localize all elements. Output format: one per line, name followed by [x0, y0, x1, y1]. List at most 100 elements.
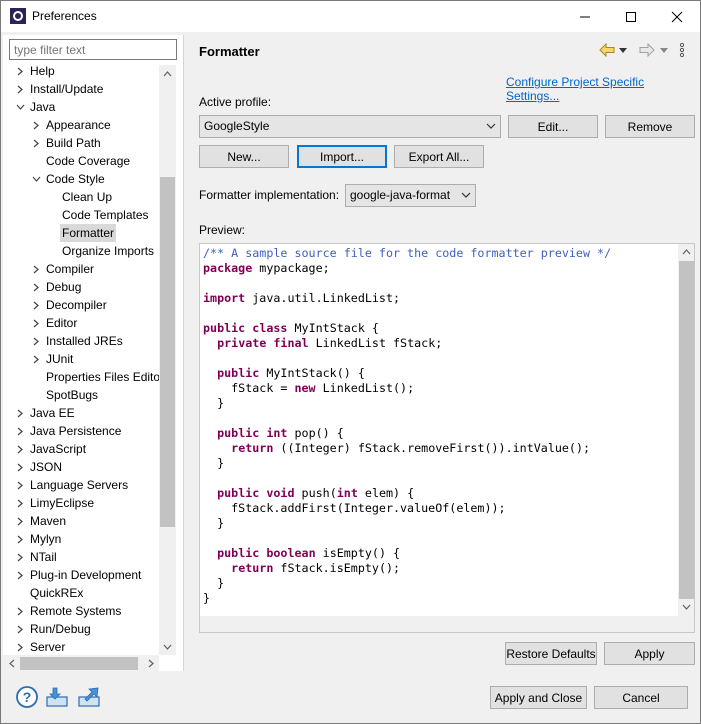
tree-item[interactable]: Debug: [3, 278, 159, 296]
tree-item[interactable]: Decompiler: [3, 296, 159, 314]
tree-item[interactable]: Maven: [3, 512, 159, 530]
tree-item[interactable]: Installed JREs: [3, 332, 159, 350]
tree-item[interactable]: LimyEclipse: [3, 494, 159, 512]
chevron-down-icon[interactable]: [31, 170, 41, 188]
chevron-down-icon[interactable]: [15, 98, 25, 116]
scroll-down-arrow-icon[interactable]: [159, 638, 176, 655]
tree-hscroll-thumb[interactable]: [20, 657, 138, 670]
chevron-right-icon[interactable]: [31, 314, 41, 332]
tree-item[interactable]: Language Servers: [3, 476, 159, 494]
view-menu-icon[interactable]: [679, 42, 685, 58]
chevron-right-icon[interactable]: [15, 620, 25, 638]
scroll-up-arrow-icon[interactable]: [682, 249, 691, 255]
remove-profile-button[interactable]: Remove: [605, 115, 695, 138]
tree-item[interactable]: Code Style: [3, 170, 159, 188]
scroll-down-arrow-icon[interactable]: [682, 604, 691, 610]
filter-input[interactable]: [9, 39, 177, 60]
tree-item[interactable]: SpotBugs: [3, 386, 159, 404]
tree-vscroll-thumb[interactable]: [160, 177, 175, 527]
chevron-right-icon[interactable]: [15, 440, 25, 458]
chevron-right-icon[interactable]: [15, 80, 25, 98]
tree-item[interactable]: Run/Debug: [3, 620, 159, 638]
tree-item[interactable]: Help: [3, 65, 159, 80]
tree-item[interactable]: NTail: [3, 548, 159, 566]
chevron-right-icon[interactable]: [15, 602, 25, 620]
tree-item[interactable]: Editor: [3, 314, 159, 332]
formatter-implementation-label: Formatter implementation:: [199, 188, 340, 202]
chevron-right-icon[interactable]: [15, 458, 25, 476]
tree-item[interactable]: Appearance: [3, 116, 159, 134]
chevron-right-icon[interactable]: [15, 566, 25, 584]
tree-item[interactable]: JSON: [3, 458, 159, 476]
chevron-right-icon[interactable]: [15, 65, 25, 80]
export-all-button[interactable]: Export All...: [394, 145, 484, 168]
tree-item[interactable]: Compiler: [3, 260, 159, 278]
chevron-right-icon[interactable]: [31, 350, 41, 368]
apply-and-close-button[interactable]: Apply and Close: [490, 686, 587, 709]
chevron-right-icon[interactable]: [31, 260, 41, 278]
tree-item[interactable]: Formatter: [3, 224, 159, 242]
forward-history-dropdown-icon[interactable]: [660, 48, 668, 53]
new-profile-button[interactable]: New...: [199, 145, 289, 168]
tree-vertical-scrollbar[interactable]: [159, 65, 176, 655]
back-history-dropdown-icon[interactable]: [619, 48, 627, 53]
tree-item[interactable]: Code Coverage: [3, 152, 159, 170]
restore-defaults-button[interactable]: Restore Defaults: [505, 642, 597, 665]
import-profile-button[interactable]: Import...: [297, 145, 387, 168]
chevron-right-icon[interactable]: [15, 494, 25, 512]
tree-item[interactable]: Plug-in Development: [3, 566, 159, 584]
active-profile-select[interactable]: GoogleStyle: [199, 115, 501, 138]
chevron-right-icon[interactable]: [15, 404, 25, 422]
edit-profile-button[interactable]: Edit...: [508, 115, 598, 138]
chevron-right-icon[interactable]: [31, 332, 41, 350]
scroll-right-arrow-icon[interactable]: [142, 655, 159, 672]
preview-horizontal-scrollbar[interactable]: [200, 616, 678, 632]
export-preferences-icon[interactable]: [77, 685, 101, 709]
code-preview[interactable]: /** A sample source file for the code fo…: [199, 243, 695, 633]
chevron-right-icon[interactable]: [15, 512, 25, 530]
chevron-right-icon[interactable]: [15, 476, 25, 494]
chevron-right-icon[interactable]: [31, 296, 41, 314]
chevron-right-icon[interactable]: [15, 548, 25, 566]
chevron-right-icon[interactable]: [31, 134, 41, 152]
configure-project-settings-link[interactable]: Configure Project Specific Settings...: [506, 75, 700, 103]
tree-item[interactable]: Organize Imports: [3, 242, 159, 260]
tree-item[interactable]: Mylyn: [3, 530, 159, 548]
tree-item[interactable]: Remote Systems: [3, 602, 159, 620]
chevron-right-icon[interactable]: [15, 422, 25, 440]
tree-item[interactable]: Clean Up: [3, 188, 159, 206]
tree-item[interactable]: JavaScript: [3, 440, 159, 458]
apply-button[interactable]: Apply: [604, 642, 695, 665]
import-preferences-icon[interactable]: [45, 685, 69, 709]
tree-item[interactable]: Server: [3, 638, 159, 655]
code-text: }: [203, 591, 211, 605]
tree-item[interactable]: Code Templates: [3, 206, 159, 224]
minimize-button[interactable]: [562, 1, 608, 32]
tree-item[interactable]: Java Persistence: [3, 422, 159, 440]
tree-item[interactable]: Build Path: [3, 134, 159, 152]
back-arrow-icon[interactable]: [599, 43, 615, 57]
scroll-up-arrow-icon[interactable]: [159, 65, 176, 82]
help-icon[interactable]: ?: [15, 685, 39, 709]
scroll-left-arrow-icon[interactable]: [3, 655, 20, 672]
preview-vscroll-thumb[interactable]: [679, 261, 694, 599]
tree-item[interactable]: JUnit: [3, 350, 159, 368]
tree-item[interactable]: Properties Files Editor: [3, 368, 159, 386]
tree-item[interactable]: Java EE: [3, 404, 159, 422]
close-button[interactable]: [654, 1, 700, 32]
tree-item[interactable]: Install/Update: [3, 80, 159, 98]
tree-item[interactable]: QuickREx: [3, 584, 159, 602]
maximize-button[interactable]: [608, 1, 654, 32]
cancel-button[interactable]: Cancel: [594, 686, 688, 709]
chevron-right-icon[interactable]: [15, 530, 25, 548]
chevron-right-icon[interactable]: [15, 638, 25, 655]
chevron-right-icon[interactable]: [31, 116, 41, 134]
tree-item[interactable]: Java: [3, 98, 159, 116]
forward-arrow-icon[interactable]: [639, 43, 655, 57]
code-keyword: final: [273, 336, 309, 350]
close-icon: [671, 11, 683, 22]
formatter-implementation-select[interactable]: google-java-format: [345, 184, 476, 207]
chevron-right-icon[interactable]: [31, 278, 41, 296]
preview-vertical-scrollbar[interactable]: [678, 244, 694, 616]
tree-horizontal-scrollbar[interactable]: [3, 655, 159, 672]
